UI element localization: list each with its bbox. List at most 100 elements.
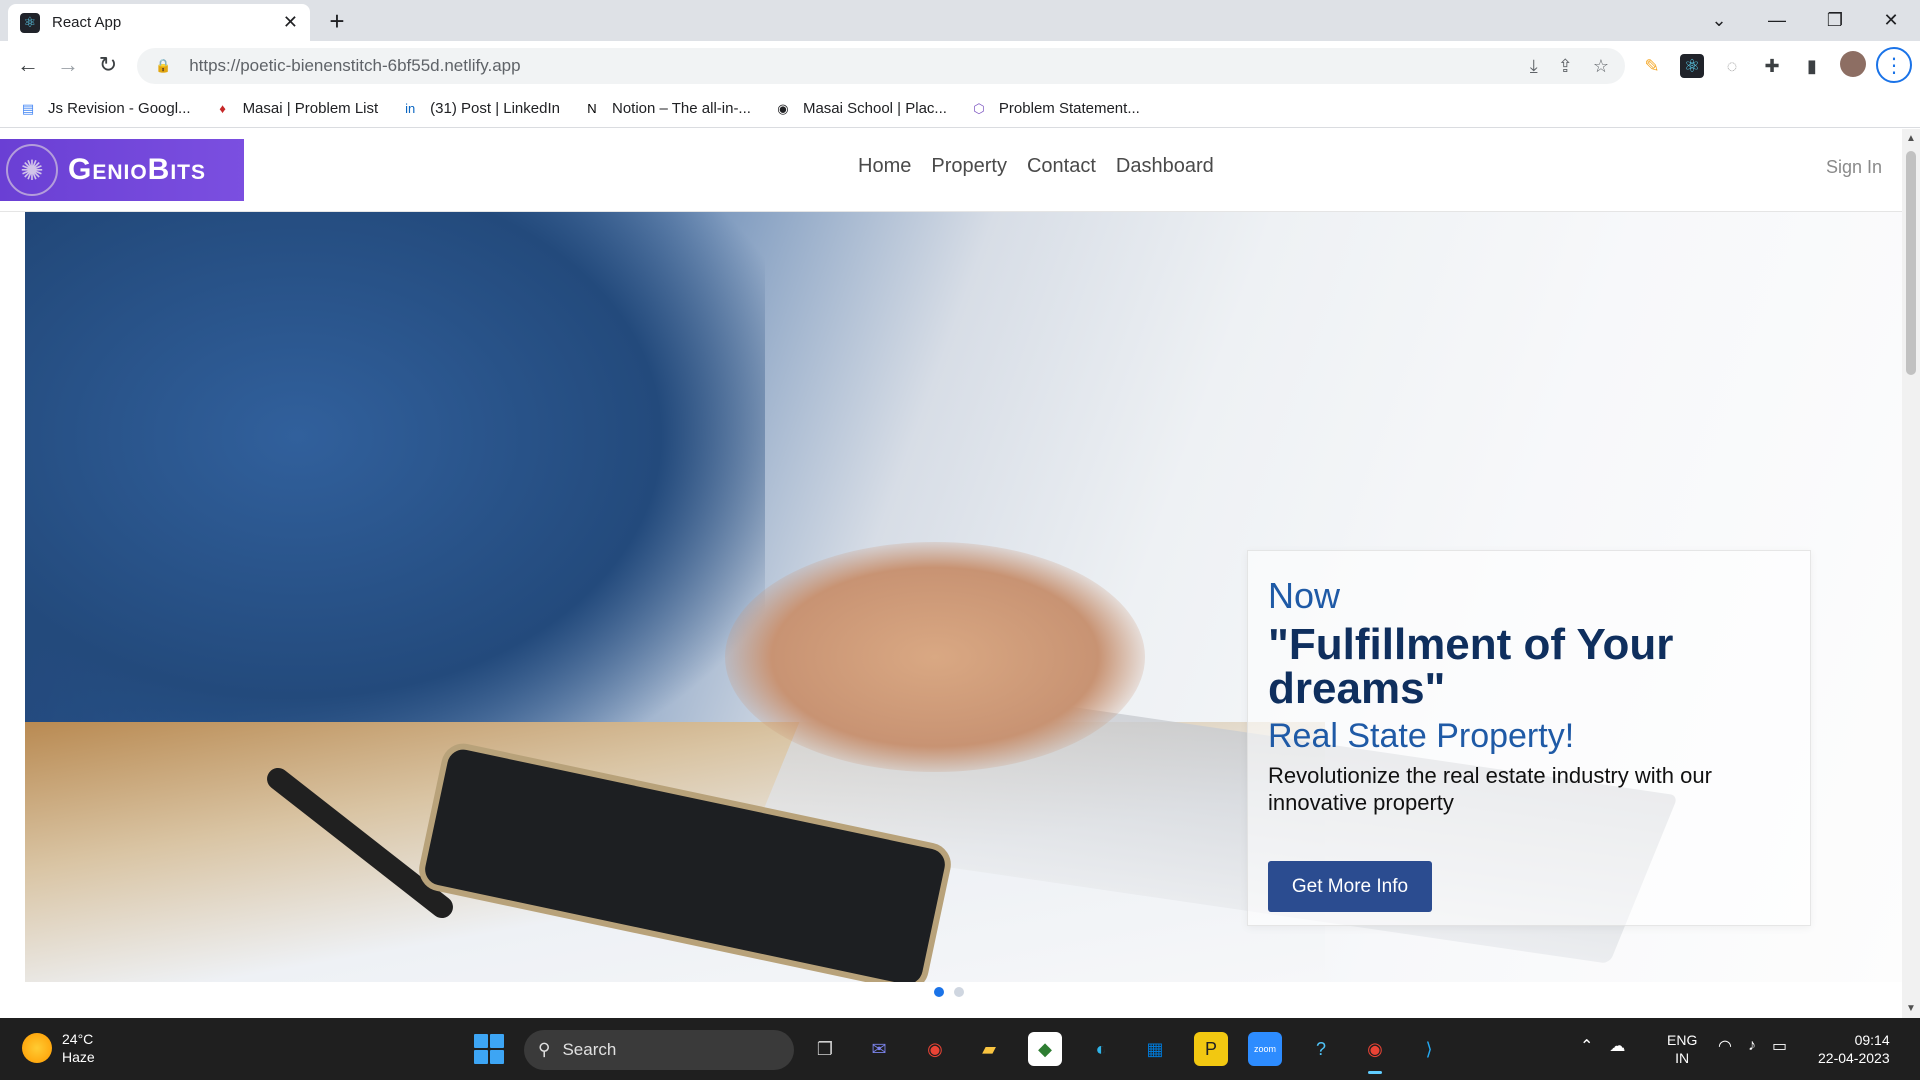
hero-info-card: Now "Fulfillment of Your dreams" Real St… xyxy=(1247,550,1811,926)
react-icon: ⚛ xyxy=(20,12,40,33)
sign-in-link[interactable]: Sign In xyxy=(1826,157,1882,178)
tab-title: React App xyxy=(52,14,122,31)
bookmark-item[interactable]: N Notion – The all-in-... xyxy=(582,99,751,119)
react-devtools-icon[interactable]: ⚛ xyxy=(1680,54,1704,78)
notion-icon: N xyxy=(587,101,597,116)
bookmark-label: Masai | Problem List xyxy=(242,100,379,117)
bookmark-item[interactable]: ◉ Masai School | Plac... xyxy=(773,99,947,119)
hero-headline: "Fulfillment of Your dreams" xyxy=(1268,620,1674,713)
close-window-button[interactable]: ✕ xyxy=(1862,0,1920,41)
restore-button[interactable]: ❐ xyxy=(1806,0,1864,41)
scrollbar-thumb[interactable] xyxy=(1906,151,1916,375)
teams-chat-icon[interactable]: ✉ xyxy=(862,1032,896,1066)
share-icon[interactable]: ⇪ xyxy=(1558,56,1573,77)
status-icons[interactable]: ◠ ♪ ▭ xyxy=(1718,1036,1787,1056)
get-more-info-button[interactable]: Get More Info xyxy=(1268,861,1432,912)
bookmark-star-icon[interactable]: ☆ xyxy=(1593,56,1609,77)
masai-icon: ♦ xyxy=(219,101,226,116)
chevron-up-icon[interactable]: ⌃ xyxy=(1580,1036,1593,1056)
taskbar-search[interactable]: ⚲ Search xyxy=(524,1030,794,1070)
region-code: IN xyxy=(1675,1050,1690,1066)
weather-widget[interactable]: 24°C Haze xyxy=(22,1030,95,1066)
carousel-indicators xyxy=(934,987,964,997)
volume-icon: ♪ xyxy=(1747,1037,1756,1054)
nav-dashboard[interactable]: Dashboard xyxy=(1116,155,1214,178)
clock[interactable]: 09:14 22-04-2023 xyxy=(1818,1031,1890,1067)
document-app-icon[interactable]: ◆ xyxy=(1028,1032,1062,1066)
bookmark-item[interactable]: ♦ Masai | Problem List xyxy=(213,99,379,119)
bookmark-item[interactable]: ⬡ Problem Statement... xyxy=(969,99,1140,119)
hero-image-sleeve xyxy=(25,212,765,772)
temperature: 24°C xyxy=(62,1031,94,1047)
scroll-up-icon[interactable]: ▲ xyxy=(1906,133,1916,144)
pen-extension-icon[interactable]: ✎ xyxy=(1640,54,1664,78)
bookmark-item[interactable]: ▤ Js Revision - Googl... xyxy=(18,99,191,119)
file-explorer-icon[interactable]: ▰ xyxy=(972,1032,1006,1066)
hero-subheadline: Real State Property! xyxy=(1268,717,1575,755)
windows-start-icon[interactable] xyxy=(474,1034,504,1064)
page-viewport: ✺ GenioBits Home Property Contact Dashbo… xyxy=(0,129,1920,1018)
lang-code: ENG xyxy=(1667,1032,1698,1048)
address-bar[interactable]: 🔒 https://poetic-bienenstitch-6bf55d.net… xyxy=(137,48,1625,84)
zoom-icon[interactable]: zoom xyxy=(1248,1032,1282,1066)
side-panel-icon[interactable]: ▮ xyxy=(1800,54,1824,78)
nav-property[interactable]: Property xyxy=(931,155,1007,178)
hero-now: Now xyxy=(1268,575,1341,616)
site-navbar: ✺ GenioBits Home Property Contact Dashbo… xyxy=(0,129,1902,212)
lock-icon[interactable]: 🔒 xyxy=(155,58,171,74)
reload-icon[interactable]: ↻ xyxy=(92,49,124,81)
browser-toolbar: ← → ↻ 🔒 https://poetic-bienenstitch-6bf5… xyxy=(0,41,1920,90)
helper-app-icon[interactable]: ? xyxy=(1304,1032,1338,1066)
edge-icon[interactable]: ◐ xyxy=(1084,1032,1118,1066)
hero-image-hand xyxy=(725,542,1145,772)
chrome-menu-icon[interactable]: ⋮ xyxy=(1876,47,1912,83)
language-indicator[interactable]: ENG IN xyxy=(1667,1031,1697,1067)
powerbi-icon[interactable]: P xyxy=(1194,1032,1228,1066)
nav-contact[interactable]: Contact xyxy=(1027,155,1096,178)
battery-icon: ▭ xyxy=(1771,1038,1788,1055)
bookmark-label: Notion – The all-in-... xyxy=(611,100,751,117)
logo-text: GenioBits xyxy=(68,153,207,186)
extensions-puzzle-icon[interactable]: ✚ xyxy=(1760,54,1784,78)
forward-icon[interactable]: → xyxy=(52,49,84,81)
minimize-button[interactable]: — xyxy=(1748,0,1806,41)
back-icon[interactable]: ← xyxy=(12,49,44,81)
chrome-active-icon[interactable]: ◉ xyxy=(1358,1032,1392,1074)
bookmark-item[interactable]: in (31) Post | LinkedIn xyxy=(400,99,560,119)
globe-icon: ◉ xyxy=(777,100,789,116)
site-logo[interactable]: ✺ GenioBits xyxy=(0,139,244,201)
browser-tab[interactable]: ⚛ React App ✕ xyxy=(8,4,310,41)
scroll-down-icon[interactable]: ▼ xyxy=(1906,1003,1916,1014)
bookmark-label: (31) Post | LinkedIn xyxy=(430,100,560,117)
tab-search-icon[interactable]: ⌄ xyxy=(1690,0,1748,41)
url-text: https://poetic-bienenstitch-6bf55d.netli… xyxy=(189,56,521,75)
close-tab-icon[interactable]: ✕ xyxy=(283,12,298,33)
page-scrollbar[interactable]: ▲ ▼ xyxy=(1902,129,1920,1018)
profile-avatar[interactable] xyxy=(1840,51,1866,77)
network-logo-icon: ✺ xyxy=(6,144,58,196)
extension-circle-icon[interactable]: ◌ xyxy=(1720,54,1744,78)
install-icon[interactable]: ⤓ xyxy=(1530,56,1538,77)
hero-carousel: Now "Fulfillment of Your dreams" Real St… xyxy=(25,212,1902,982)
haze-weather-icon xyxy=(22,1033,52,1063)
weather-condition: Haze xyxy=(62,1049,95,1065)
hero-description: Revolutionize the real estate industry w… xyxy=(1268,763,1712,815)
carousel-dot-2[interactable] xyxy=(954,987,964,997)
system-tray: ⌃ ☁ xyxy=(1580,1036,1625,1056)
linkedin-icon: in xyxy=(405,101,416,116)
carousel-dot-1[interactable] xyxy=(934,987,944,997)
vscode-icon[interactable]: ⟩ xyxy=(1412,1032,1446,1066)
task-view-icon[interactable]: ❐ xyxy=(808,1032,842,1066)
nav-home[interactable]: Home xyxy=(858,155,911,178)
docs-icon: ▤ xyxy=(21,100,35,116)
onedrive-icon[interactable]: ☁ xyxy=(1609,1036,1625,1056)
bookmarks-bar: ▤ Js Revision - Googl... ♦ Masai | Problem … xyxy=(0,90,1920,128)
hexagon-icon: ⬡ xyxy=(973,100,985,116)
wifi-icon: ◠ xyxy=(1718,1038,1732,1055)
microsoft-store-icon[interactable]: ▦ xyxy=(1138,1032,1172,1066)
windows-taskbar: 24°C Haze ⚲ Search ❐ ✉ ◉ ▰ ◆ ◐ ▦ P zoom … xyxy=(0,1018,1920,1080)
chrome-taskbar-icon[interactable]: ◉ xyxy=(918,1032,952,1066)
new-tab-button[interactable]: + xyxy=(322,6,352,36)
search-icon: ⚲ xyxy=(538,1040,551,1059)
bookmark-label: Js Revision - Googl... xyxy=(48,100,191,117)
